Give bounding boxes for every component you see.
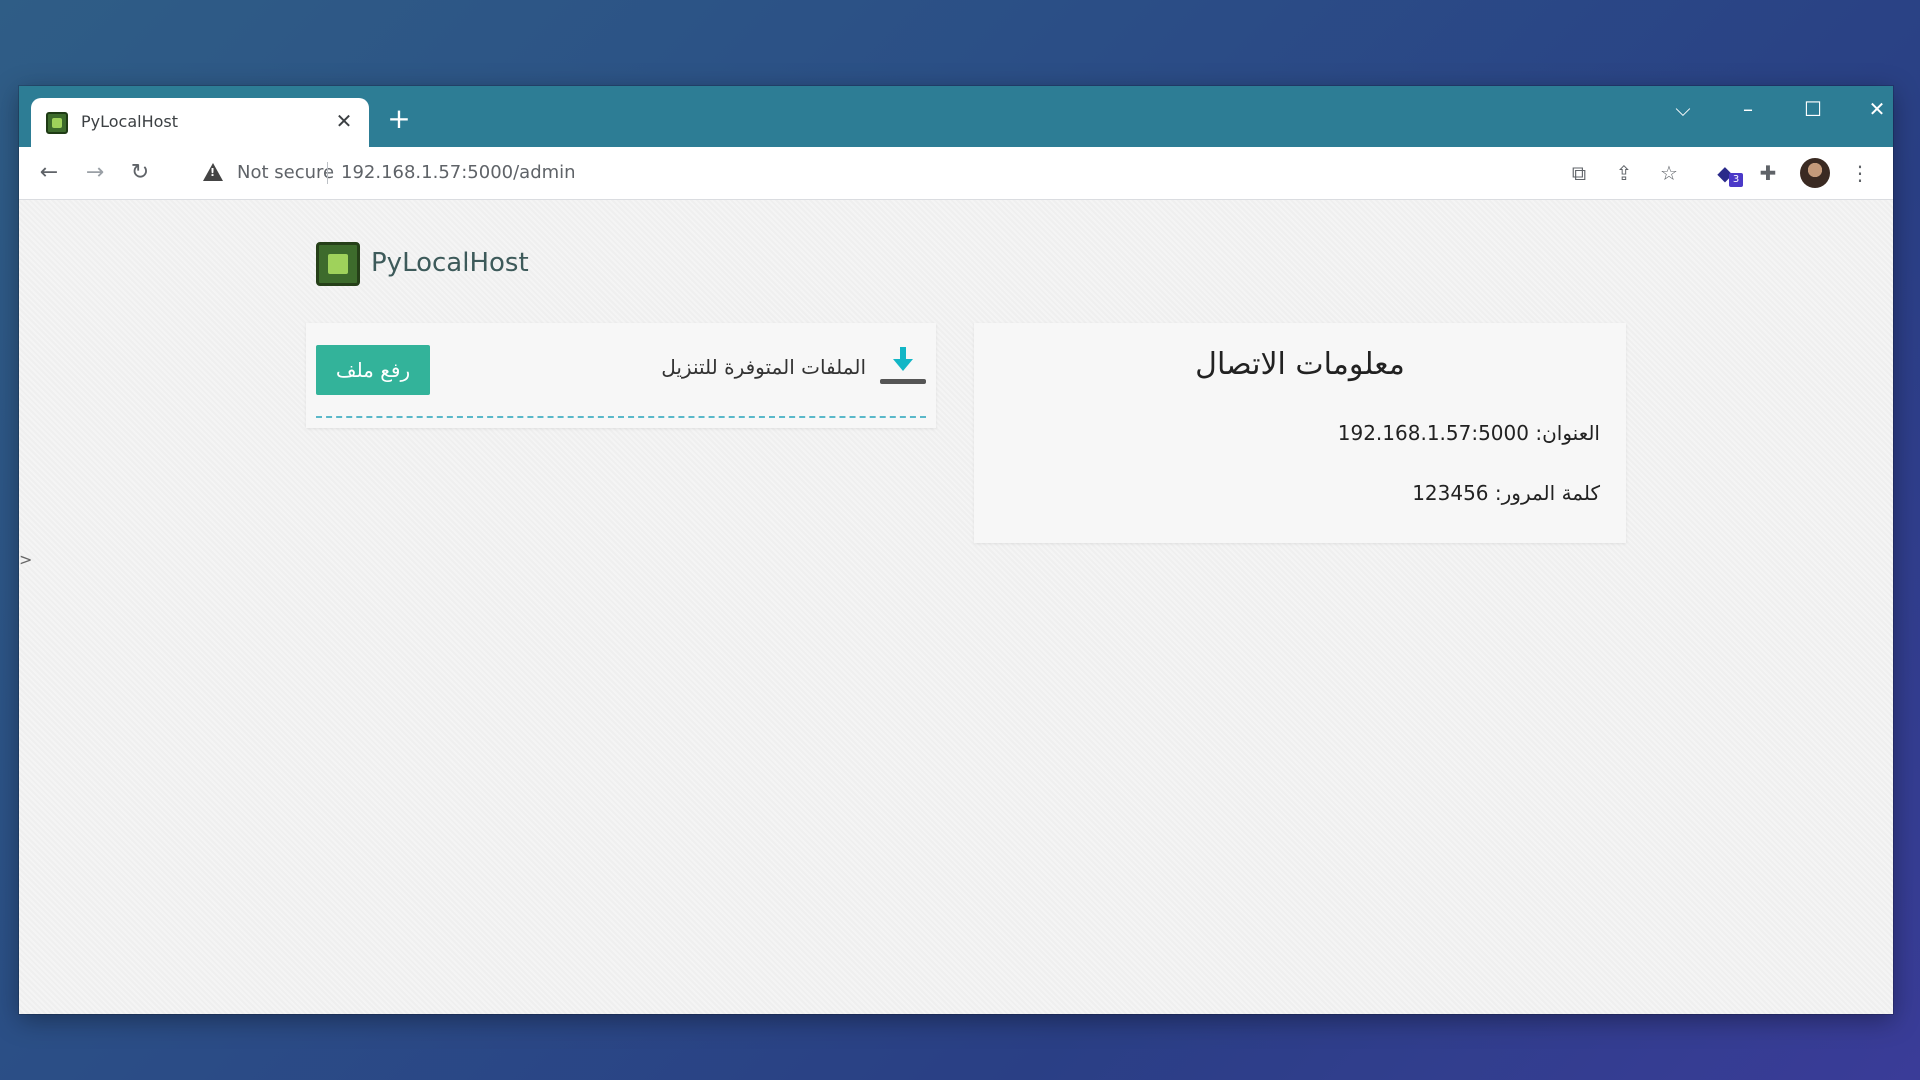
connection-panel-title: معلومات الاتصال (1195, 347, 1405, 382)
extension-badge: 3 (1729, 173, 1743, 187)
close-icon[interactable]: ✕ (331, 108, 357, 134)
divider (316, 416, 926, 418)
address-line: العنوان: 192.168.1.57:5000 (1337, 421, 1600, 445)
divider (327, 162, 328, 184)
close-window-button[interactable]: ✕ (1855, 94, 1893, 124)
translate-icon[interactable]: ⧉ (1565, 159, 1593, 187)
chevron-down-icon[interactable]: ⌵ (1661, 94, 1705, 124)
tab-title: PyLocalHost (81, 112, 179, 131)
app-logo-icon (316, 242, 360, 286)
address-bar[interactable]: Not secure 192.168.1.57:5000/admin (177, 153, 1557, 193)
password-line: كلمة المرور: 123456 (1412, 481, 1600, 505)
bookmark-star-icon[interactable]: ☆ (1655, 159, 1683, 187)
connection-panel: معلومات الاتصال العنوان: 192.168.1.57:50… (974, 323, 1626, 543)
reload-icon[interactable]: ↻ (124, 157, 156, 189)
browser-toolbar: ← → ↻ Not secure 192.168.1.57:5000/admin… (19, 147, 1893, 200)
browser-window: PyLocalHost ✕ + ⌵ – ☐ ✕ ← → ↻ Not secure… (19, 86, 1893, 1014)
app-logo-text: PyLocalHost (371, 248, 529, 278)
favicon-icon (46, 112, 68, 134)
files-panel: رفع ملف الملفات المتوفرة للتنزيل (306, 323, 936, 428)
url-text[interactable]: 192.168.1.57:5000/admin (341, 162, 576, 183)
kebab-menu-icon[interactable]: ⋮ (1846, 159, 1874, 187)
minimize-button[interactable]: – (1726, 94, 1770, 124)
share-icon[interactable]: ⇪ (1610, 159, 1638, 187)
back-icon[interactable]: ← (33, 157, 65, 189)
browser-titlebar: PyLocalHost ✕ + ⌵ – ☐ ✕ (19, 86, 1893, 147)
chevron-right-icon[interactable]: > (19, 550, 32, 569)
page-content: > PyLocalHost رفع ملف الملفات المتوفرة ل… (19, 200, 1893, 1014)
maximize-button[interactable]: ☐ (1791, 94, 1835, 124)
warning-icon (203, 163, 223, 181)
files-panel-title: الملفات المتوفرة للتنزيل (661, 355, 866, 379)
avatar[interactable] (1800, 158, 1830, 188)
browser-tab[interactable]: PyLocalHost ✕ (31, 98, 369, 147)
forward-icon[interactable]: → (79, 157, 111, 189)
security-label[interactable]: Not secure (237, 162, 334, 183)
upload-file-button[interactable]: رفع ملف (316, 345, 430, 395)
download-icon (880, 347, 926, 387)
puzzle-icon[interactable]: ✚ (1754, 159, 1782, 187)
plus-icon[interactable]: + (383, 104, 415, 136)
